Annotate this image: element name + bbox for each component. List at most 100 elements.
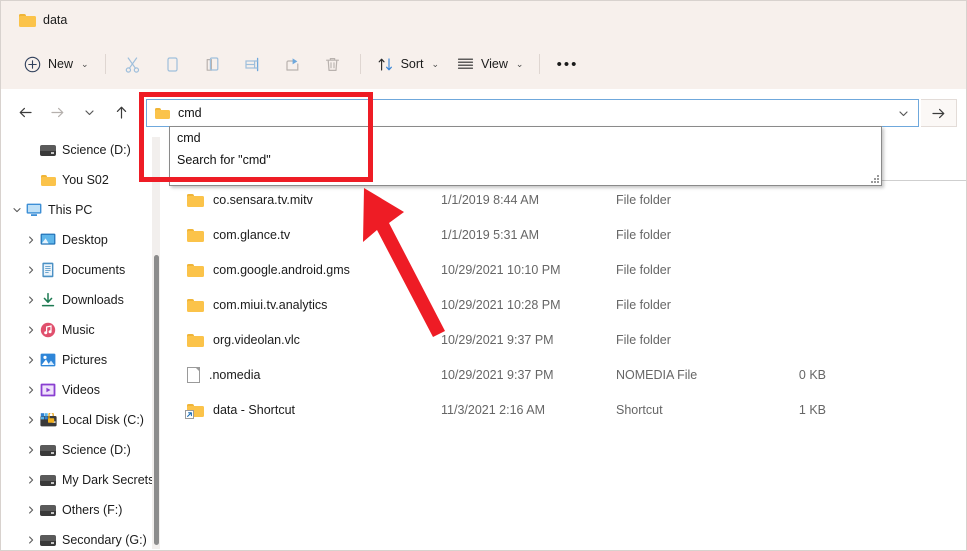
- pictures-icon: [40, 353, 56, 367]
- chevron-right-icon[interactable]: [23, 235, 38, 245]
- sidebar-item-science-d[interactable]: Science (D:): [1, 435, 161, 465]
- sort-button[interactable]: Sort ⌄: [368, 48, 448, 80]
- sidebar-item-icon: [24, 203, 44, 217]
- chevron-down-icon: ⌄: [81, 58, 89, 69]
- arrow-left-icon: [19, 107, 32, 117]
- folder-icon: [187, 298, 204, 312]
- sidebar-item-label: Science (D:): [62, 143, 131, 157]
- recent-locations-button[interactable]: [73, 96, 105, 128]
- chevron-right-icon[interactable]: [23, 325, 38, 335]
- resize-grip-icon: [869, 173, 879, 183]
- sidebar-item-desktop[interactable]: Desktop: [1, 225, 161, 255]
- chevron-right-icon[interactable]: [23, 535, 38, 545]
- paste-button[interactable]: [193, 48, 233, 80]
- file-type: Shortcut: [616, 402, 663, 417]
- sidebar-item-label: Local Disk (C:): [62, 413, 144, 427]
- file-name-cell: data - Shortcut: [161, 403, 441, 419]
- sidebar-item-you-s02[interactable]: You S02: [1, 165, 161, 195]
- table-row[interactable]: .nomedia 10/29/2021 9:37 PM NOMEDIA File 0 …: [161, 357, 966, 392]
- back-button[interactable]: [9, 96, 41, 128]
- file-date-modified: 10/29/2021 10:28 PM: [441, 297, 561, 312]
- sidebar-item-icon: [38, 174, 58, 186]
- sidebar-item-icon: [38, 262, 58, 278]
- file-date-modified: 11/3/2021 2:16 AM: [441, 402, 546, 417]
- sidebar-item-videos[interactable]: Videos: [1, 375, 161, 405]
- sidebar-item-this-pc[interactable]: This PC: [1, 195, 161, 225]
- chevron-right-icon[interactable]: [23, 445, 38, 455]
- chevron-right-icon[interactable]: [23, 385, 38, 395]
- table-row[interactable]: data - Shortcut 11/3/2021 2:16 AM Shortcut…: [161, 392, 966, 427]
- sidebar-item-label: This PC: [48, 203, 93, 217]
- autocomplete-item-1[interactable]: Search for "cmd": [170, 149, 881, 171]
- up-button[interactable]: [105, 96, 137, 128]
- rename-button[interactable]: [233, 48, 273, 80]
- sidebar-item-secondary-g[interactable]: Secondary (G:): [1, 525, 161, 550]
- share-icon: [286, 57, 299, 71]
- forward-button[interactable]: [41, 96, 73, 128]
- file-name-cell: .nomedia: [161, 366, 441, 383]
- address-dropdown-button[interactable]: [888, 100, 918, 126]
- sidebar-item-label: Documents: [62, 263, 126, 277]
- table-row[interactable]: org.videolan.vlc 10/29/2021 9:37 PM File f…: [161, 322, 966, 357]
- chevron-right-icon[interactable]: [23, 505, 38, 515]
- chevron-right-icon[interactable]: [23, 475, 38, 485]
- file-name-cell: com.google.android.gms: [161, 263, 441, 277]
- chevron-down-icon: [84, 109, 94, 115]
- arrow-up-icon: [116, 106, 126, 119]
- file-name: co.sensara.tv.mitv: [213, 192, 313, 207]
- new-button[interactable]: New ⌄: [15, 48, 98, 80]
- address-bar[interactable]: cmd: [146, 99, 919, 127]
- sidebar-item-science-d[interactable]: Science (D:): [1, 135, 161, 165]
- sidebar-scrollbar-thumb[interactable]: [154, 255, 159, 545]
- chevron-right-icon[interactable]: [23, 265, 38, 275]
- sidebar-item-my-dark-secrets[interactable]: My Dark Secrets: [1, 465, 161, 495]
- sidebar-item-label: My Dark Secrets: [62, 473, 155, 487]
- table-row[interactable]: com.glance.tv 1/1/2019 5:31 AM File folder: [161, 217, 966, 252]
- sidebar-item-documents[interactable]: Documents: [1, 255, 161, 285]
- tab-title: data: [43, 13, 68, 27]
- chevron-right-icon[interactable]: [23, 415, 38, 425]
- view-button[interactable]: View ⌄: [448, 48, 532, 80]
- sidebar-item-icon: [38, 383, 58, 397]
- file-name: com.miui.tv.analytics: [213, 297, 328, 312]
- chevron-right-icon[interactable]: [23, 355, 38, 365]
- document-icon: [187, 366, 200, 383]
- table-row[interactable]: com.google.android.gms 10/29/2021 10:10 P…: [161, 252, 966, 287]
- windows-drive-icon: [39, 413, 57, 427]
- file-type: File folder: [616, 297, 671, 312]
- file-type: File folder: [616, 332, 671, 347]
- sidebar-item-label: Science (D:): [62, 443, 131, 457]
- sidebar-scrollbar[interactable]: [152, 137, 160, 549]
- folder-icon: [187, 263, 204, 277]
- folder-icon: [40, 174, 56, 186]
- table-row[interactable]: com.miui.tv.analytics 10/29/2021 10:28 PM…: [161, 287, 966, 322]
- file-type: File folder: [616, 227, 671, 242]
- folder-icon: [187, 193, 204, 207]
- share-button[interactable]: [273, 48, 313, 80]
- sidebar-item-local-disk-c[interactable]: Local Disk (C:): [1, 405, 161, 435]
- chevron-down-icon[interactable]: [9, 205, 24, 215]
- autocomplete-item-0[interactable]: cmd: [170, 127, 881, 149]
- address-bar-content: cmd: [147, 106, 888, 120]
- file-name: com.glance.tv: [213, 227, 291, 242]
- command-bar: New ⌄ Sort ⌄ View ⌄ •••: [1, 39, 966, 89]
- table-row[interactable]: co.sensara.tv.mitv 1/1/2019 8:44 AM File f…: [161, 182, 966, 217]
- sidebar-item-others-f[interactable]: Others (F:): [1, 495, 161, 525]
- shortcut-icon: [185, 403, 204, 419]
- sidebar-item-music[interactable]: Music: [1, 315, 161, 345]
- folder-tab[interactable]: data: [15, 10, 77, 30]
- see-more-button[interactable]: •••: [547, 48, 587, 80]
- toolbar-divider-2: [359, 54, 361, 74]
- sidebar-item-pictures[interactable]: Pictures: [1, 345, 161, 375]
- go-button[interactable]: [921, 99, 957, 127]
- drive-icon: [40, 534, 56, 546]
- rename-icon: [245, 57, 259, 71]
- copy-button[interactable]: [153, 48, 193, 80]
- cut-button[interactable]: [113, 48, 153, 80]
- delete-button[interactable]: [313, 48, 353, 80]
- sidebar-item-icon: [38, 534, 58, 546]
- sidebar-item-downloads[interactable]: Downloads: [1, 285, 161, 315]
- chevron-right-icon[interactable]: [23, 295, 38, 305]
- address-input-value[interactable]: cmd: [178, 106, 202, 120]
- sort-button-label: Sort: [400, 57, 424, 71]
